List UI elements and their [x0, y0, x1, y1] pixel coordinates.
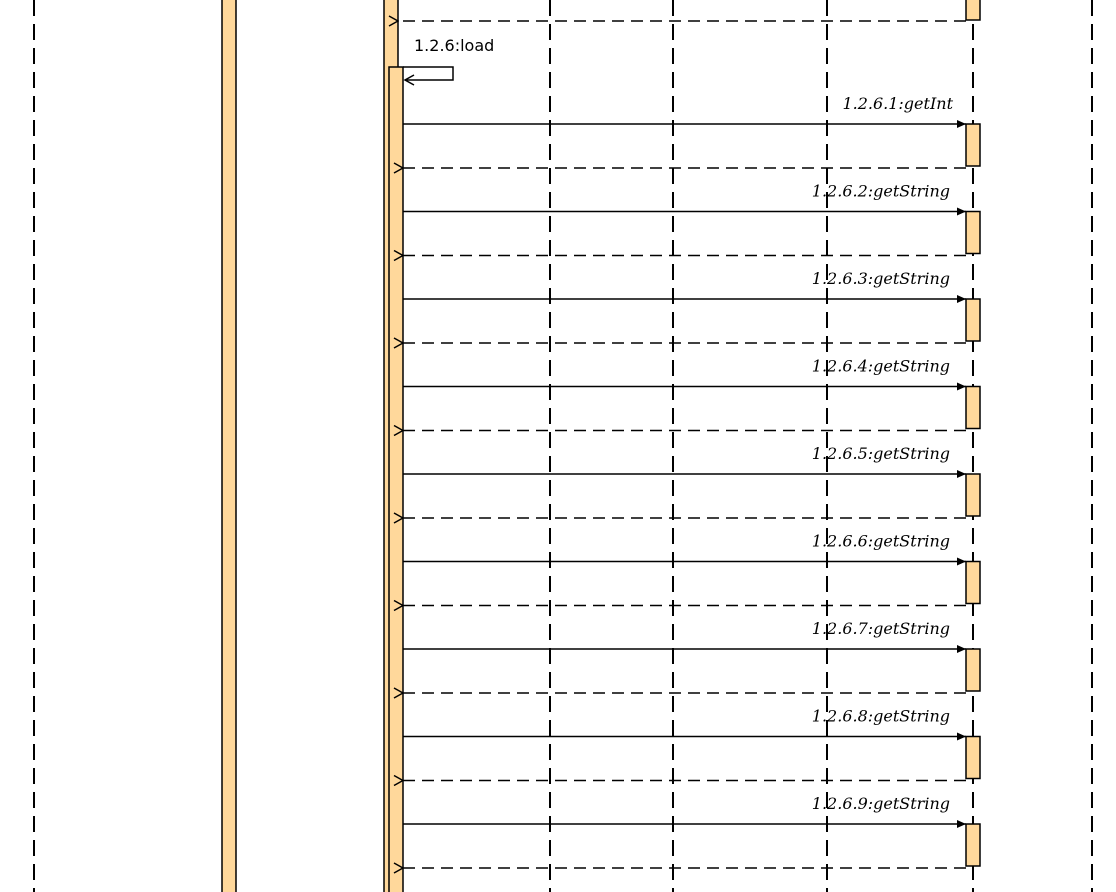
message-pair: 1.2.6.6:getString [403, 532, 981, 606]
message-pair: 1.2.6.8:getString [403, 707, 981, 781]
callee-activation-box [965, 473, 981, 517]
call-message-label: 1.2.6.2:getString [812, 182, 950, 201]
message-list: 1.2.6.1:getInt 1.2.6.2:getString 1.2.6.3:g… [403, 94, 981, 868]
self-message-line [403, 66, 454, 81]
message-pair: 1.2.6.5:getString [403, 444, 981, 518]
callee-activation-box [965, 823, 981, 867]
callee-activation-box [965, 123, 981, 167]
message-pair: 1.2.6.9:getString [403, 794, 981, 868]
callee-activation-box [965, 735, 981, 780]
message-pair: 1.2.6.3:getString [403, 269, 981, 343]
sequence-diagram: 1.2.6:load 1.2.6.1:getInt 1.2.6.2:getStri… [33, 0, 1093, 892]
message-pair: 1.2.6.1:getInt [403, 94, 981, 168]
call-message-label: 1.2.6.1:getInt [842, 94, 953, 113]
message-pair: 1.2.6.2:getString [403, 182, 981, 256]
call-message-label: 1.2.6.7:getString [812, 619, 950, 638]
self-message-label: 1.2.6:load [414, 36, 494, 55]
call-message-label: 1.2.6.4:getString [812, 357, 950, 376]
message-pair: 1.2.6.4:getString [403, 357, 981, 431]
activation-bar-lifeline-2 [221, 0, 237, 892]
callee-activation-box [965, 385, 981, 430]
call-message-label: 1.2.6.8:getString [812, 707, 950, 726]
call-message-label: 1.2.6.6:getString [812, 532, 950, 551]
activation-bar-load [388, 66, 404, 892]
message-pair: 1.2.6.7:getString [403, 619, 981, 693]
call-message-label: 1.2.6.5:getString [812, 444, 950, 463]
callee-activation-box [965, 298, 981, 342]
self-message-load: 1.2.6:load [403, 36, 494, 86]
callee-activation-box [965, 648, 981, 692]
callee-activation-box [965, 210, 981, 255]
callee-activation-box [965, 560, 981, 605]
call-message-label: 1.2.6.9:getString [812, 794, 950, 813]
activation-bar-top-partial [965, 0, 981, 21]
call-message-label: 1.2.6.3:getString [812, 269, 950, 288]
